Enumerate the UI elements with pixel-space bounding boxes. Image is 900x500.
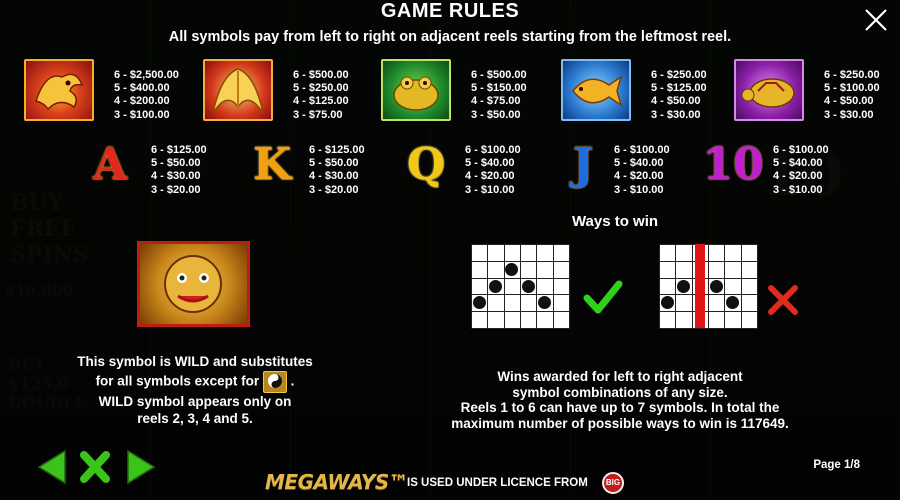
symbol-dot [472,296,486,310]
grid-cell [659,311,677,329]
grid-cell [740,260,758,279]
phoenix-symbol-icon [203,59,273,121]
symbol-dot [709,279,723,293]
grid-cell [487,260,505,279]
grid-cell [675,294,693,313]
j-paytable: 6 - $100.00 5 - $40.00 4 - $20.00 3 - $10.0… [614,144,670,196]
grid-cell [552,311,570,329]
checkmark-icon [583,280,623,314]
grid-cell [675,311,693,329]
10-paytable: 6 - $100.00 5 - $40.00 4 - $20.00 3 - $10.0… [773,144,829,196]
symbol-dot [677,279,690,293]
symbol-dot [660,296,674,310]
grid-cell [659,277,677,296]
footer-licence: MEGAWAYS™ IS USED UNDER LICENCE FROM BIG [0,470,900,498]
koi-fish-paytable: 6 - $250.00 5 - $125.00 4 - $50.00 3 - $30.… [651,69,707,121]
grid-cell [536,260,554,279]
yin-yang-scatter-icon [262,370,287,393]
frog-symbol-icon [381,59,451,121]
a-paytable: 6 - $125.00 5 - $50.00 4 - $30.00 3 - $20.0… [151,144,207,196]
grid-cell [740,294,758,313]
grid-cell [471,244,489,262]
grid-cell [708,311,726,329]
phoenix-paytable: 6 - $500.00 5 - $250.00 4 - $125.00 3 - $75… [293,69,349,121]
grid-cell [740,277,758,296]
ways-invalid-example-grid [659,244,758,329]
big-time-gaming-logo: BIG [602,472,624,494]
grid-cell [552,294,570,313]
grid-cell [487,244,505,262]
grid-cell [552,277,570,296]
ways-to-win-title: Ways to win [571,213,659,230]
grid-cell [724,244,742,262]
wild-description: This symbol is WILD and substitutes for … [77,354,313,426]
dragon-paytable: 6 - $2,500.00 5 - $400.00 4 - $200.00 3 - $… [114,69,179,121]
grid-cell [520,294,538,313]
grid-cell [471,260,489,279]
missing-reel-bar [694,244,705,328]
grid-cell [471,311,489,329]
symbol-dot [489,279,502,293]
grid-cell [503,311,521,329]
symbol-dot [505,262,519,276]
number-10-symbol: 10 [702,139,764,190]
licence-text: IS USED UNDER LICENCE FROM [407,477,588,489]
grid-cell [724,260,742,279]
ways-valid-example-grid [471,244,570,329]
grid-cell [740,244,758,262]
grid-cell [724,277,742,296]
grid-cell [708,294,726,313]
grid-cell [487,311,505,329]
grid-cell [471,277,489,296]
letter-j-symbol: J [572,139,594,190]
cross-icon [768,285,798,315]
grid-cell [503,294,521,313]
turtle-paytable: 6 - $250.00 5 - $100.00 4 - $50.00 3 - $30.… [824,69,880,121]
grid-cell [740,311,758,329]
frog-paytable: 6 - $500.00 5 - $150.00 4 - $75.00 3 - $50.… [471,69,527,121]
grid-cell [552,260,570,279]
grid-cell [708,244,726,262]
grid-cell [724,311,742,329]
grid-cell [675,260,693,279]
letter-k-symbol: K [252,139,292,190]
grid-cell [536,244,554,262]
page-title: GAME RULES [380,0,520,22]
dragon-symbol-icon [24,59,94,121]
grid-cell [520,311,538,329]
grid-cell [659,260,677,279]
koi-fish-symbol-icon [561,59,631,121]
symbol-dot [521,279,535,293]
grid-cell [536,311,554,329]
grid-cell [536,277,554,296]
letter-a-symbol: A [92,139,128,190]
grid-cell [503,277,521,296]
megaways-logo: MEGAWAYS™ [265,470,409,494]
q-paytable: 6 - $100.00 5 - $40.00 4 - $20.00 3 - $10.0… [465,144,521,196]
rules-subtitle: All symbols pay from left to right on ad… [168,29,732,45]
close-icon[interactable] [862,6,890,34]
grid-cell [487,294,505,313]
grid-cell [552,244,570,262]
grid-cell [503,244,521,262]
k-paytable: 6 - $125.00 5 - $50.00 4 - $30.00 3 - $20.0… [309,144,365,196]
grid-cell [675,244,693,262]
grid-cell [659,244,677,262]
letter-q-symbol: Q [406,139,446,190]
turtle-symbol-icon [734,59,804,121]
grid-cell [520,244,538,262]
grid-cell [708,260,726,279]
grid-cell [520,260,538,279]
ways-description: Wins awarded for left to right adjacent … [451,369,789,431]
foo-dog-wild-icon [137,241,250,327]
